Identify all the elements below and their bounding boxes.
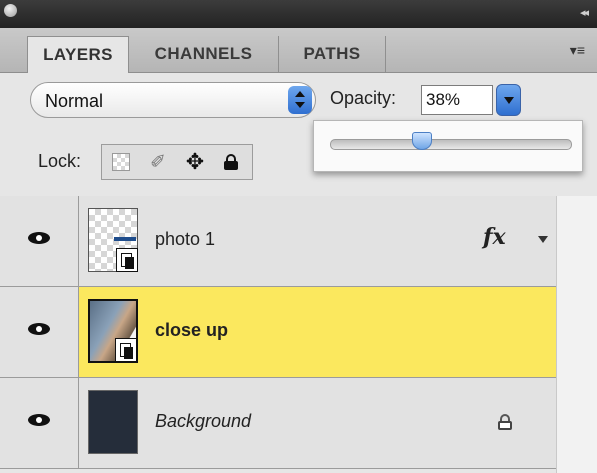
layer-row-background[interactable]: Background (0, 378, 597, 469)
opacity-dropdown-button[interactable] (496, 84, 521, 116)
lock-position-icon[interactable]: ✥ (179, 148, 211, 176)
panel-tabs: LAYERS CHANNELS PATHS ▾≡ (0, 28, 597, 73)
fx-icon[interactable]: fx (483, 224, 506, 250)
blend-mode-value: Normal (45, 91, 104, 111)
layer-name[interactable]: close up (155, 320, 228, 341)
lock-all-icon[interactable] (215, 148, 247, 176)
close-panel-button[interactable] (4, 4, 17, 17)
fx-expand-arrow-icon[interactable] (538, 236, 548, 243)
lock-transparent-pixels-icon[interactable] (105, 148, 137, 176)
layer-lock-icon[interactable] (498, 414, 512, 430)
tab-layers[interactable]: LAYERS (27, 36, 129, 73)
visibility-toggle[interactable] (0, 196, 79, 286)
panel-menu-icon[interactable]: ▾≡ (570, 42, 585, 59)
opacity-slider-track[interactable] (330, 139, 572, 150)
tab-channels[interactable]: CHANNELS (129, 36, 279, 72)
smart-object-icon (116, 248, 138, 272)
eye-icon (28, 414, 50, 426)
lock-image-pixels-icon[interactable]: ✐ (142, 148, 174, 176)
layer-row-close-up[interactable]: close up (0, 287, 597, 378)
eye-icon (28, 323, 50, 335)
layer-thumbnail (88, 390, 138, 454)
tab-paths[interactable]: PATHS (279, 36, 386, 72)
layers-list: photo 1 fx close up Background (0, 196, 597, 469)
panel-titlebar: ◂◂ (0, 0, 597, 28)
blend-mode-stepper-icon[interactable] (288, 86, 312, 114)
opacity-input[interactable]: 38% (421, 85, 493, 115)
lock-buttons: ✐ ✥ (101, 144, 253, 180)
layer-row-photo-1[interactable]: photo 1 fx (0, 196, 597, 287)
opacity-label: Opacity: (330, 88, 397, 108)
blend-mode-select[interactable]: Normal (30, 82, 316, 118)
eye-icon (28, 232, 50, 244)
layer-thumbnail (88, 299, 138, 363)
collapse-panel-icon[interactable]: ◂◂ (580, 6, 589, 19)
lock-label: Lock: (38, 151, 82, 171)
layer-name[interactable]: Background (155, 411, 251, 432)
layers-scrollbar[interactable] (556, 196, 597, 473)
layer-name[interactable]: photo 1 (155, 229, 215, 250)
visibility-toggle[interactable] (0, 287, 79, 377)
opacity-slider-popup (313, 120, 583, 172)
smart-object-icon (115, 338, 137, 362)
layers-panel: ◂◂ LAYERS CHANNELS PATHS ▾≡ Normal Opaci… (0, 0, 597, 473)
layer-thumbnail (88, 208, 138, 272)
visibility-toggle[interactable] (0, 378, 79, 468)
